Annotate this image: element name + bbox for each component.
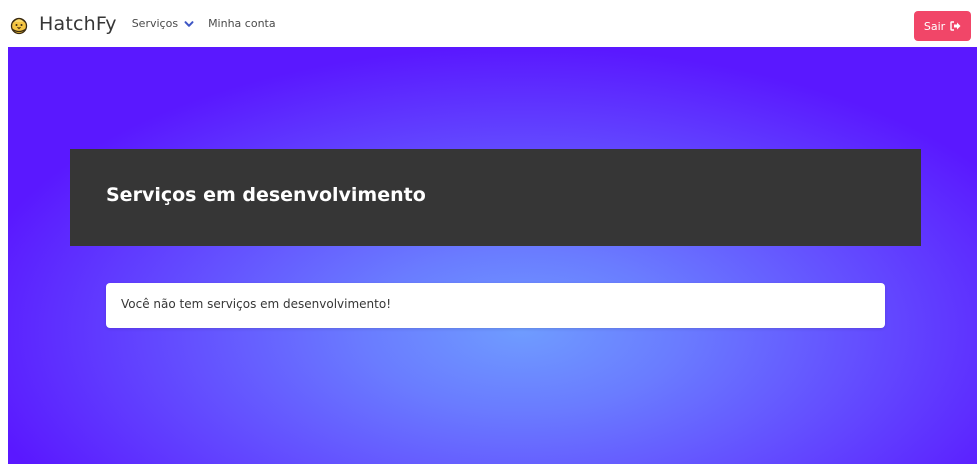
logout-button[interactable]: Sair bbox=[914, 11, 971, 41]
chevron-down-icon bbox=[184, 20, 194, 27]
sign-out-icon bbox=[950, 21, 961, 31]
nav-minha-conta-label: Minha conta bbox=[208, 17, 276, 30]
section-banner: Serviços em desenvolvimento bbox=[70, 149, 921, 246]
nav-servicos-label: Serviços bbox=[131, 17, 179, 30]
page: HatchFy Serviços Minha conta Sair Serviç… bbox=[0, 0, 977, 464]
empty-state-notice: Você não tem serviços em desenvolvimento… bbox=[106, 283, 885, 328]
nav-servicos-dropdown[interactable]: Serviços bbox=[132, 17, 194, 30]
empty-state-message: Você não tem serviços em desenvolvimento… bbox=[121, 297, 392, 311]
hero-section: Serviços em desenvolvimento Você não tem… bbox=[8, 47, 977, 464]
brand-name: HatchFy bbox=[39, 12, 117, 35]
top-navbar: HatchFy Serviços Minha conta Sair bbox=[0, 0, 977, 47]
chick-icon bbox=[10, 17, 28, 34]
brand-link[interactable]: HatchFy bbox=[8, 13, 117, 35]
nav-minha-conta[interactable]: Minha conta bbox=[208, 17, 276, 30]
page-title: Serviços em desenvolvimento bbox=[106, 184, 426, 206]
logout-label: Sair bbox=[923, 19, 946, 33]
